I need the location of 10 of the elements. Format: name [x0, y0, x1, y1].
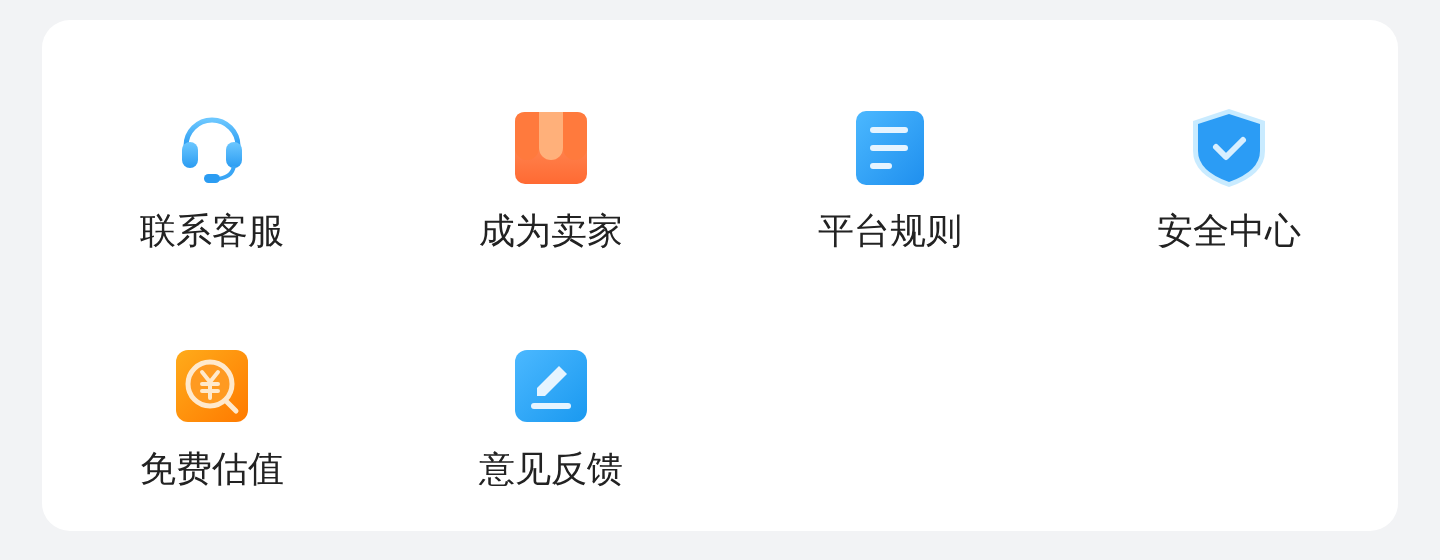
shield-check-icon: [1190, 107, 1267, 189]
document-icon: [855, 111, 924, 185]
service-label[interactable]: 成为卖家: [478, 209, 623, 253]
service-label[interactable]: 联系客服: [139, 209, 284, 253]
service-label[interactable]: 免费估值: [139, 447, 284, 491]
service-label[interactable]: 平台规则: [817, 209, 962, 253]
yen-magnifier-icon: [175, 350, 248, 422]
service-label[interactable]: 意见反馈: [478, 447, 623, 491]
pencil-icon: [514, 350, 587, 422]
service-label[interactable]: 安全中心: [1156, 209, 1301, 253]
